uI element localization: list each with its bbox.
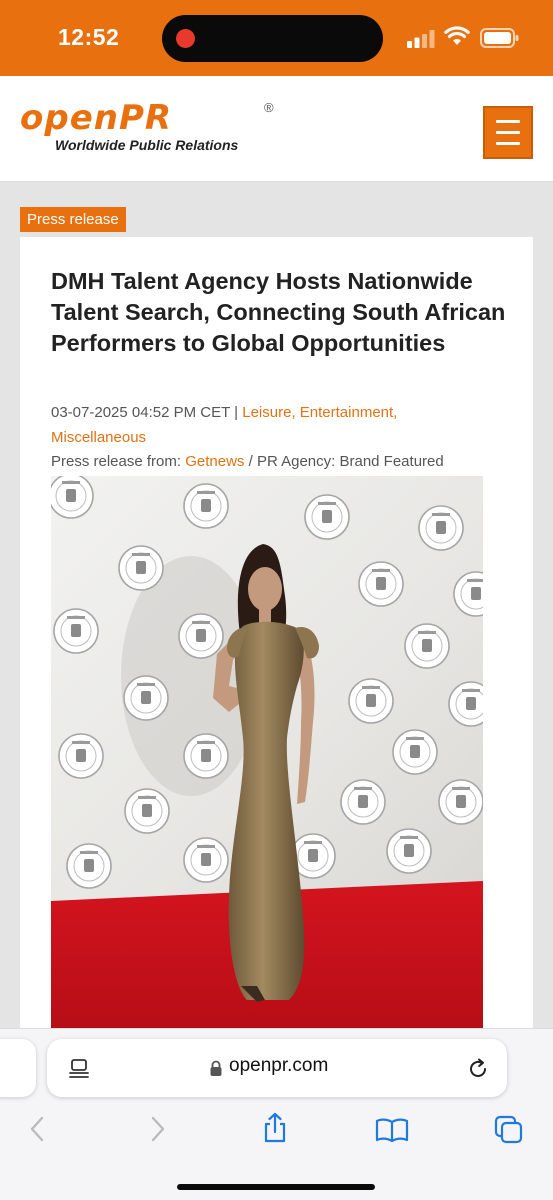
- previous-tab-preview[interactable]: [0, 1039, 36, 1097]
- home-indicator: [177, 1184, 375, 1190]
- bookmarks-icon[interactable]: [375, 1117, 409, 1143]
- agency-separator: /: [248, 453, 253, 470]
- agency-label: PR Agency: Brand Featured: [256, 453, 444, 470]
- article-meta-date: 03-07-2025 04:52 PM CET | Leisure, Enter…: [51, 401, 397, 425]
- site-logo[interactable]: openPR: [20, 98, 172, 138]
- dynamic-island: [162, 15, 383, 62]
- source-link[interactable]: Getnews: [185, 453, 244, 470]
- category-links[interactable]: Leisure, Entertainment,: [242, 404, 397, 421]
- status-bar: 12:52: [0, 0, 553, 76]
- back-icon[interactable]: [27, 1115, 49, 1143]
- address-bar[interactable]: openpr.com: [47, 1039, 507, 1097]
- menu-button[interactable]: [483, 106, 533, 159]
- status-time: 12:52: [58, 24, 120, 50]
- browser-toolbar: openpr.com: [0, 1028, 553, 1200]
- article-meta-categories: Miscellaneous: [51, 426, 146, 450]
- meta-separator: |: [234, 404, 239, 421]
- forward-icon[interactable]: [146, 1115, 168, 1143]
- category-badge: Press release: [20, 207, 126, 232]
- site-header: openPR ® Worldwide Public Relations: [0, 76, 553, 182]
- hamburger-menu-icon: [496, 120, 520, 123]
- battery-icon: [480, 28, 519, 48]
- article-title: DMH Talent Agency Hosts Nationwide Talen…: [51, 268, 506, 356]
- source-label: Press release from:: [51, 453, 182, 470]
- wifi-icon: [444, 26, 470, 45]
- article-date: 03-07-2025 04:52 PM CET: [51, 404, 230, 421]
- hamburger-menu-icon: [496, 142, 520, 145]
- site-tagline: Worldwide Public Relations: [55, 137, 239, 153]
- recording-dot-icon: [176, 29, 195, 48]
- article-photo-illustration: [51, 476, 483, 1037]
- article-meta-source: Press release from: Getnews / PR Agency:…: [51, 450, 444, 474]
- lock-icon: [210, 1060, 222, 1076]
- category-link-misc[interactable]: Miscellaneous: [51, 429, 146, 446]
- registered-mark: ®: [264, 100, 274, 115]
- tabs-icon[interactable]: [494, 1115, 524, 1145]
- cellular-signal-icon: [407, 30, 435, 48]
- reload-icon[interactable]: [466, 1057, 490, 1081]
- article-card: DMH Talent Agency Hosts Nationwide Talen…: [20, 237, 533, 1037]
- url-text[interactable]: openpr.com: [229, 1055, 328, 1077]
- article-image[interactable]: [51, 476, 483, 1037]
- share-icon[interactable]: [261, 1112, 289, 1144]
- tab-overview-icon[interactable]: [68, 1058, 90, 1080]
- hamburger-menu-icon: [496, 131, 520, 134]
